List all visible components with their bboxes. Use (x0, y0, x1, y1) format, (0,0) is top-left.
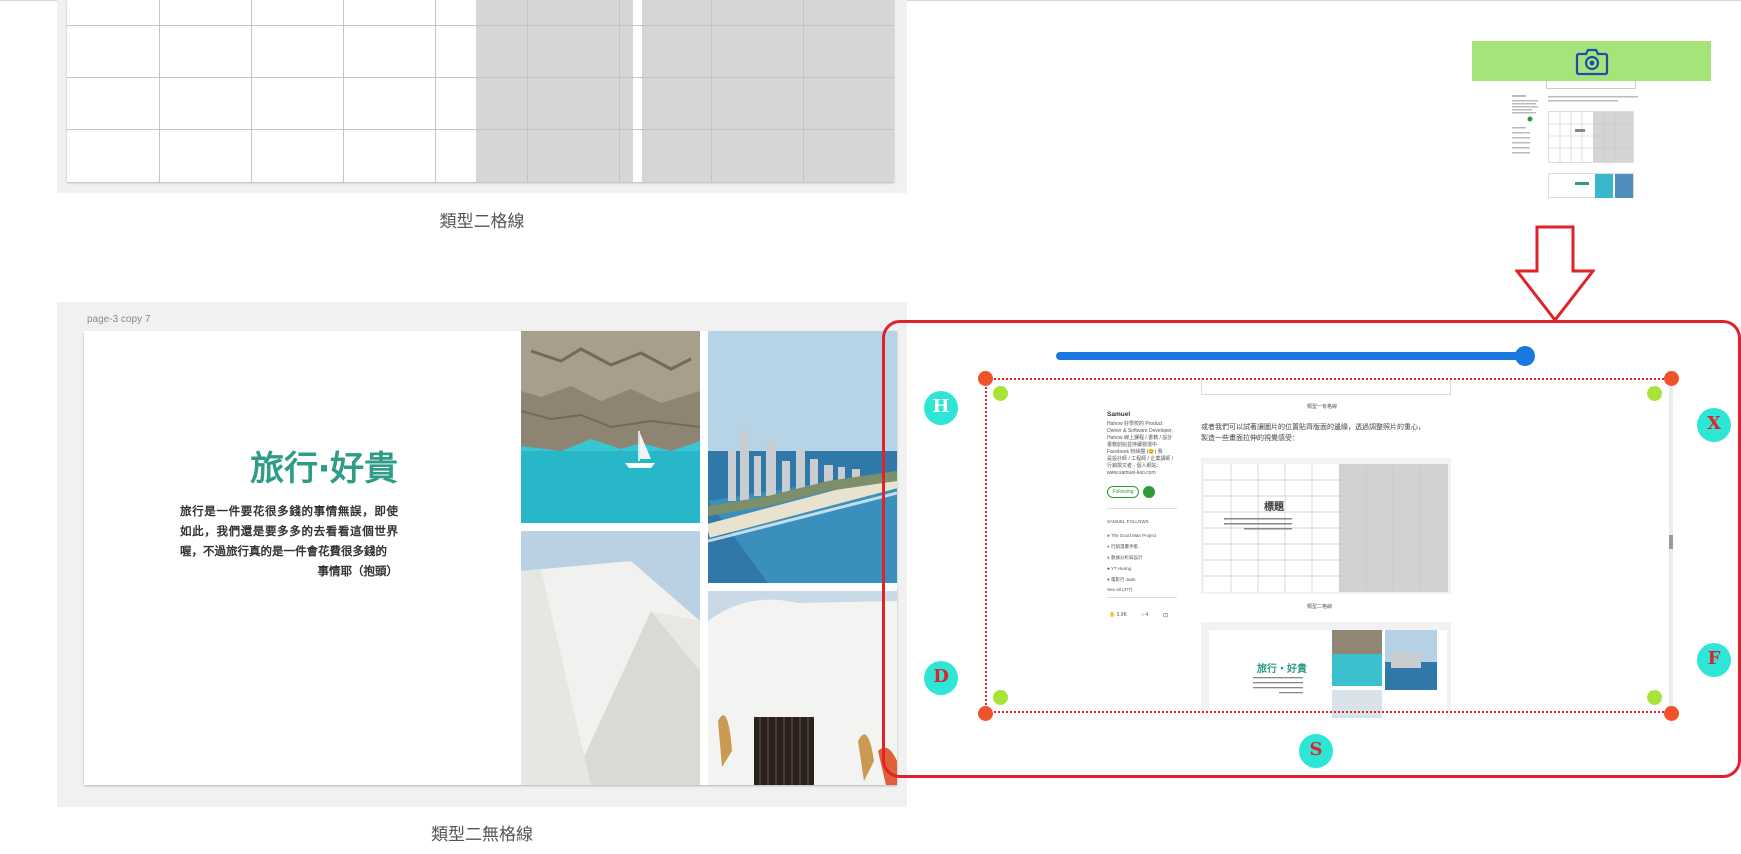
grid-line (67, 129, 894, 130)
grid-line (435, 0, 436, 182)
photo-white-architecture (521, 531, 700, 785)
photo-coastline-city (708, 331, 897, 583)
zoom-slider-knob[interactable] (1515, 346, 1535, 366)
travel-body: 旅行是一件要花很多錢的事情無誤，即使如此，我們還是要多多的去看看這個世界喔，不過… (180, 501, 398, 581)
grid-figure-frame (57, 0, 907, 193)
grid-line (67, 77, 894, 78)
photo-white-house (708, 591, 897, 785)
layout-page: 旅行‧好貴 旅行是一件要花很多錢的事情無誤，即使如此，我們還是要多多的去看看這個… (84, 331, 897, 785)
camera-icon[interactable] (1575, 45, 1609, 81)
travel-body-text: 旅行是一件要花很多錢的事情無誤，即使如此，我們還是要多多的去看看這個世界喔，不過… (180, 504, 398, 558)
zoom-slider-track[interactable] (1056, 352, 1526, 360)
thumb-sidebar (1512, 93, 1542, 163)
grid-line (619, 0, 620, 182)
marker-d: D (924, 661, 958, 695)
handle-bottom-right[interactable] (1664, 706, 1679, 721)
thumb-travel-image (1548, 173, 1634, 198)
thumb-paragraph (1548, 93, 1640, 107)
grid-line (527, 0, 528, 182)
inner-handle-top-left[interactable] (993, 386, 1008, 401)
layout-figure-frame: page-3 copy 7 旅行‧好貴 旅行是一件要花很多錢的事情無誤，即使如此… (57, 302, 907, 807)
inner-handle-top-right[interactable] (1647, 386, 1662, 401)
marker-h: H (924, 391, 958, 425)
handle-top-right[interactable] (1664, 371, 1679, 386)
grid-line (803, 0, 804, 182)
screenshot-thumbnail[interactable] (1472, 41, 1711, 198)
inner-handle-bottom-right[interactable] (1647, 690, 1662, 705)
figure-caption-1: 類型二格線 (439, 212, 525, 232)
artboard-label: page-3 copy 7 (87, 314, 151, 325)
grid-gutter (633, 0, 642, 182)
travel-body-last-line: 事情耶（抱頭） (317, 564, 399, 578)
handle-top-left[interactable] (978, 371, 993, 386)
grid-line (251, 0, 252, 182)
marker-f: F (1697, 643, 1731, 677)
grid-line (159, 0, 160, 182)
travel-title: 旅行‧好貴 (250, 449, 398, 489)
handle-bottom-left[interactable] (978, 706, 993, 721)
photo-cliff-bay (521, 331, 700, 523)
marker-x: X (1697, 408, 1731, 442)
down-arrow-icon (1513, 225, 1597, 327)
screenshot-bar[interactable] (1472, 41, 1711, 81)
crop-boundary[interactable] (985, 378, 1672, 713)
grid-line (343, 0, 344, 182)
preview-scrollbar-thumb[interactable] (1669, 535, 1673, 549)
marker-s: S (1299, 734, 1333, 768)
gray-column-block (476, 0, 894, 182)
thumb-grid-image (1548, 111, 1634, 163)
thumb-frame-top (1546, 81, 1636, 89)
grid-line (67, 25, 894, 26)
figure-caption-2: 類型二無格線 (431, 825, 533, 845)
inner-handle-bottom-left[interactable] (993, 690, 1008, 705)
grid-line (711, 0, 712, 182)
grid-figure (67, 0, 894, 182)
